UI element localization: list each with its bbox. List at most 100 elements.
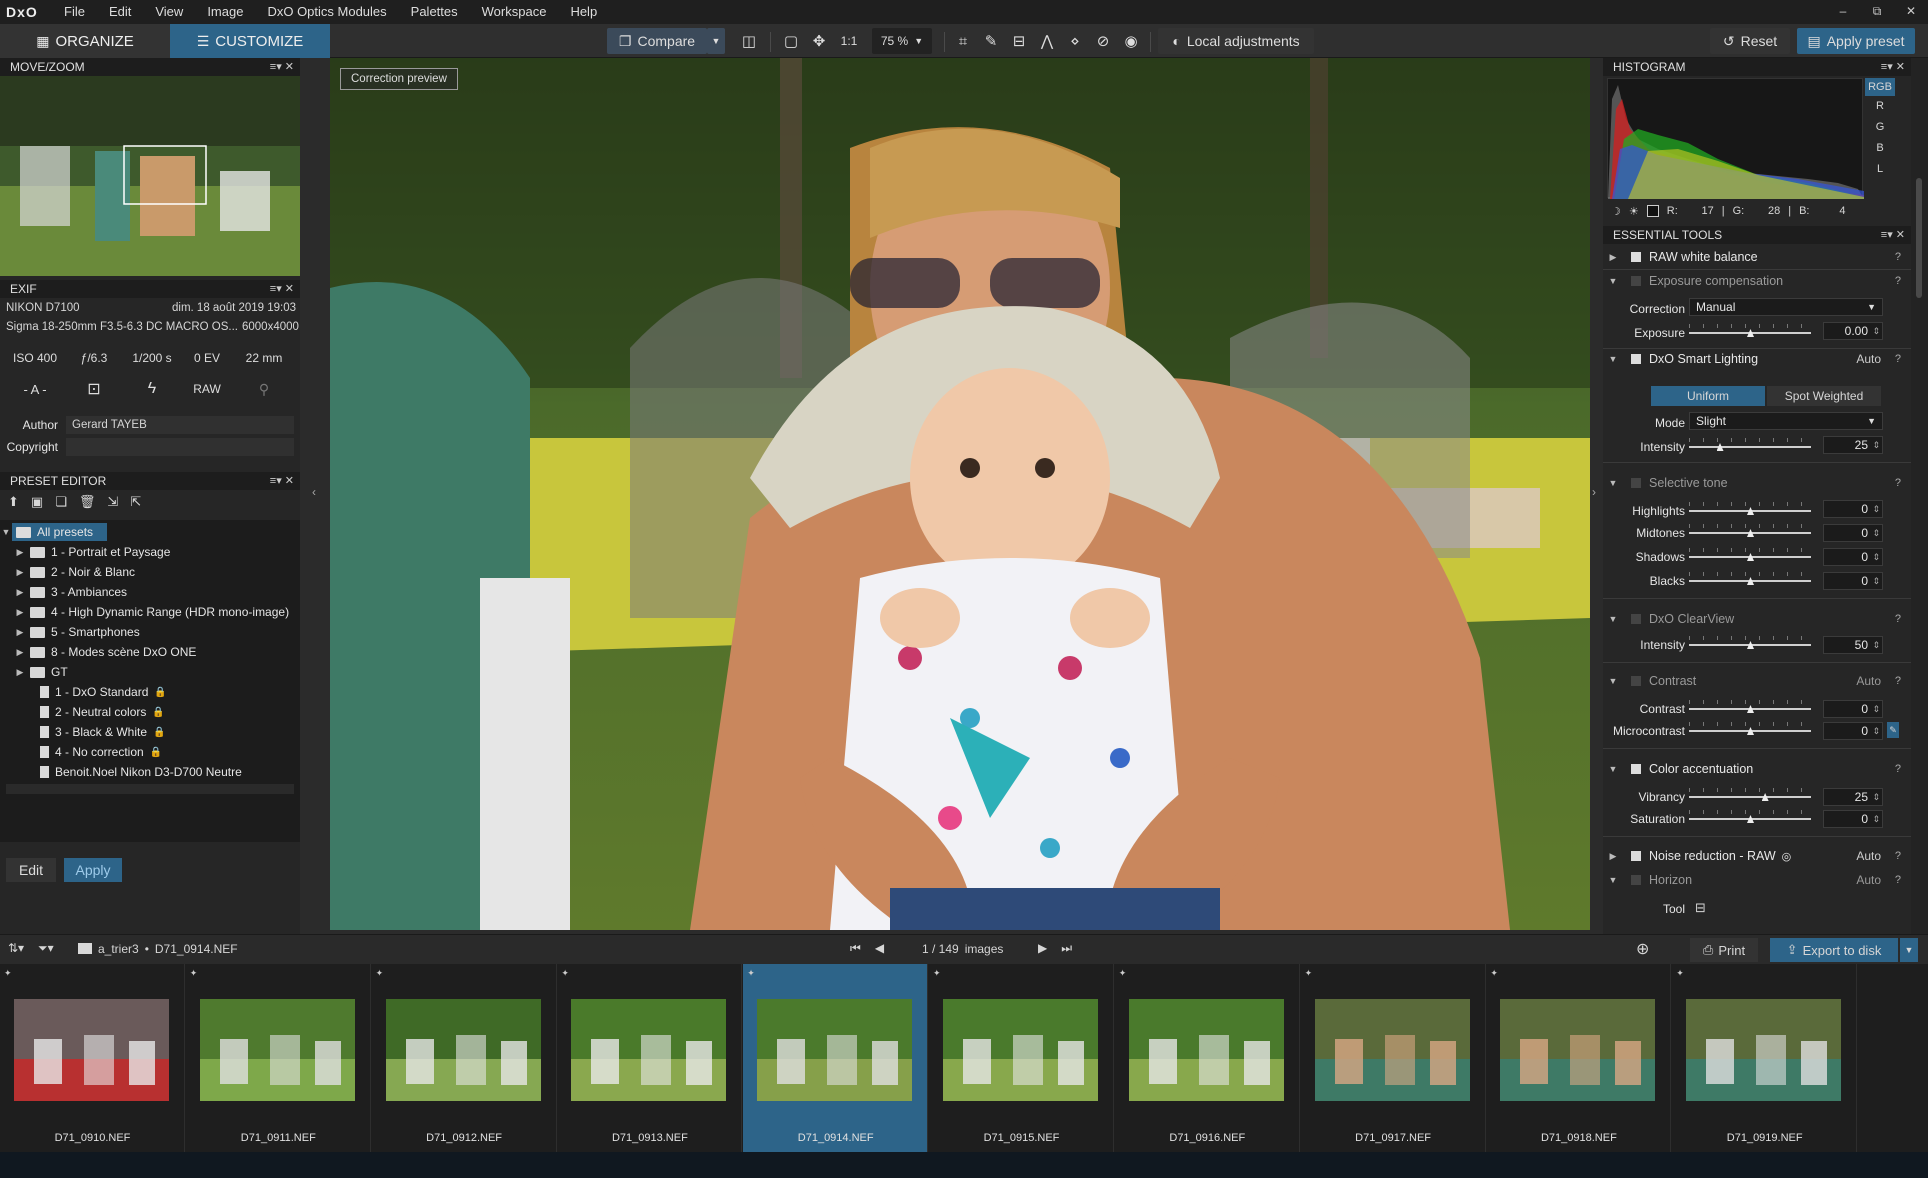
menu-file[interactable]: File [52, 0, 97, 24]
vibrancy-slider[interactable] [1689, 788, 1811, 802]
star-rating-icon[interactable]: ✦ [4, 968, 12, 979]
tab-organize[interactable]: ▦ ORGANIZE [0, 24, 170, 58]
compare-button[interactable]: ❐ Compare [607, 28, 707, 54]
filmstrip-thumbnail[interactable]: ✦ D71_0918.NEF [1486, 964, 1672, 1152]
enable-checkbox[interactable] [1631, 764, 1641, 774]
share-icon[interactable]: ⊕ [1636, 939, 1649, 959]
help-icon[interactable]: ? [1895, 613, 1901, 625]
preset-file[interactable]: 3 - Black & White 🔒 [24, 722, 165, 742]
help-icon[interactable]: ? [1895, 477, 1901, 489]
help-icon[interactable]: ? [1895, 275, 1901, 287]
perspective-icon[interactable]: ⋀ [1036, 30, 1058, 52]
panel-menu-close-icon[interactable]: ≡▾ ✕ [270, 280, 294, 298]
shadow-clipping-icon[interactable]: ☽ [1611, 205, 1621, 218]
one-to-one-button[interactable]: 1:1 [836, 30, 862, 52]
previous-image-icon[interactable]: ◀ [875, 941, 884, 956]
smart-lighting-intensity-slider[interactable] [1689, 438, 1811, 452]
delete-preset-icon[interactable]: 🗑 [79, 494, 96, 510]
tab-customize[interactable]: ☰ CUSTOMIZE [170, 24, 330, 58]
shadows-slider[interactable] [1689, 548, 1811, 562]
preset-folder[interactable]: ▶ 8 - Modes scène DxO ONE [14, 642, 197, 662]
filmstrip-thumbnail[interactable]: ✦ D71_0913.NEF [557, 964, 743, 1152]
filmstrip-thumbnail[interactable]: ✦ D71_0919.NEF [1672, 964, 1858, 1152]
tool-exposure-compensation[interactable]: ▼ Exposure compensation? [1603, 270, 1911, 292]
tool-noise-reduction[interactable]: ▶ Noise reduction - RAW ◎ Auto? [1603, 845, 1911, 867]
exposure-slider[interactable] [1689, 324, 1811, 338]
menu-edit[interactable]: Edit [97, 0, 143, 24]
shadows-value[interactable]: 0 [1823, 548, 1883, 566]
preset-folder[interactable]: ▶ 1 - Portrait et Paysage [14, 542, 171, 562]
smart-lighting-intensity-value[interactable]: 25 [1823, 436, 1883, 454]
menu-workspace[interactable]: Workspace [470, 0, 559, 24]
scrollbar-thumb[interactable] [1916, 178, 1922, 298]
minimize-button[interactable]: – [1826, 0, 1860, 22]
menu-optics-modules[interactable]: DxO Optics Modules [255, 0, 398, 24]
apply-preset-button[interactable]: ▤ Apply preset [1797, 28, 1915, 54]
enable-checkbox[interactable] [1631, 276, 1641, 286]
print-button[interactable]: ⎙ Print [1690, 938, 1758, 962]
star-rating-icon[interactable]: ✦ [561, 968, 569, 979]
channel-r[interactable]: R [1865, 96, 1895, 117]
new-preset-icon[interactable]: ⬆ [8, 494, 19, 510]
horizon-tool-icon[interactable]: ⊟ [1695, 900, 1706, 916]
blacks-slider[interactable] [1689, 572, 1811, 586]
saturation-value[interactable]: 0 [1823, 810, 1883, 828]
panel-menu-close-icon[interactable]: ≡▾ ✕ [1881, 58, 1905, 76]
star-rating-icon[interactable]: ✦ [1119, 968, 1127, 979]
panel-menu-close-icon[interactable]: ≡▾ ✕ [270, 472, 294, 490]
star-rating-icon[interactable]: ✦ [1676, 968, 1684, 979]
pan-icon[interactable]: ✥ [808, 30, 830, 52]
mode-dropdown[interactable]: Slight ▼ [1689, 412, 1883, 430]
preset-root[interactable]: ▼ All presets [0, 522, 108, 542]
last-image-icon[interactable]: ⏭ [1061, 941, 1072, 956]
tool-raw-white-balance[interactable]: ▶ RAW white balance? [1603, 246, 1911, 268]
midtones-value[interactable]: 0 [1823, 524, 1883, 542]
next-image-icon[interactable]: ▶ [1038, 941, 1047, 956]
clearview-intensity-slider[interactable] [1689, 636, 1811, 650]
preset-folder[interactable]: ▶ GT [14, 662, 68, 682]
split-view-icon[interactable]: ◫ [738, 30, 760, 52]
preset-folder[interactable]: ▶ 3 - Ambiances [14, 582, 128, 602]
enable-checkbox[interactable] [1631, 875, 1641, 885]
eyedropper-icon[interactable]: ✎ [980, 30, 1002, 52]
auto-button[interactable]: Auto [1856, 674, 1881, 688]
enable-checkbox[interactable] [1631, 252, 1641, 262]
menu-image[interactable]: Image [195, 0, 255, 24]
new-preset-from-image-icon[interactable]: ▣ [31, 494, 43, 510]
red-eye-icon[interactable]: ◉ [1120, 30, 1142, 52]
panel-menu-close-icon[interactable]: ≡▾ ✕ [270, 58, 294, 76]
collapse-right-panel-icon[interactable]: › [1592, 485, 1596, 499]
close-window-button[interactable]: ✕ [1894, 0, 1928, 22]
star-rating-icon[interactable]: ✦ [1490, 968, 1498, 979]
help-icon[interactable]: ? [1895, 251, 1901, 263]
crop-icon[interactable]: ⌗ [952, 30, 974, 52]
enable-checkbox[interactable] [1631, 851, 1641, 861]
tool-smart-lighting[interactable]: ▼ DxO Smart Lighting Auto? [1603, 348, 1911, 370]
channel-g[interactable]: G [1865, 117, 1895, 138]
help-icon[interactable]: ? [1895, 850, 1901, 862]
sort-icon[interactable]: ⇅▾ [8, 941, 24, 955]
import-preset-icon[interactable]: ⇲ [107, 494, 118, 510]
contrast-slider[interactable] [1689, 700, 1811, 714]
collapse-left-panel-icon[interactable]: ‹ [312, 485, 316, 499]
filmstrip-thumbnail[interactable]: ✦ D71_0912.NEF [372, 964, 557, 1152]
contrast-value[interactable]: 0 [1823, 700, 1883, 718]
preset-file[interactable]: 4 - No correction 🔒 [24, 742, 162, 762]
highlights-slider[interactable] [1689, 502, 1811, 516]
export-preset-icon[interactable]: ⇱ [130, 494, 141, 510]
auto-button[interactable]: Auto [1856, 352, 1881, 366]
highlight-clipping-icon[interactable]: ☀ [1629, 205, 1639, 218]
tool-contrast[interactable]: ▼ Contrast Auto? [1603, 670, 1911, 692]
channel-b[interactable]: B [1865, 138, 1895, 159]
star-rating-icon[interactable]: ✦ [747, 968, 755, 979]
vibrancy-value[interactable]: 25 [1823, 788, 1883, 806]
filmstrip-thumbnail[interactable]: ✦ D71_0914.NEF [743, 964, 929, 1152]
author-field[interactable]: Gerard TAYEB [66, 416, 294, 434]
exposure-value[interactable]: 0.00 [1823, 322, 1883, 340]
menu-palettes[interactable]: Palettes [399, 0, 470, 24]
auto-button[interactable]: Auto [1856, 849, 1881, 863]
preset-file[interactable]: Benoit.Noel Nikon D3-D700 Neutre [24, 762, 242, 782]
enable-checkbox[interactable] [1631, 614, 1641, 624]
microcontrast-auto-icon[interactable]: ✎ [1887, 722, 1899, 738]
clearview-intensity-value[interactable]: 50 [1823, 636, 1883, 654]
